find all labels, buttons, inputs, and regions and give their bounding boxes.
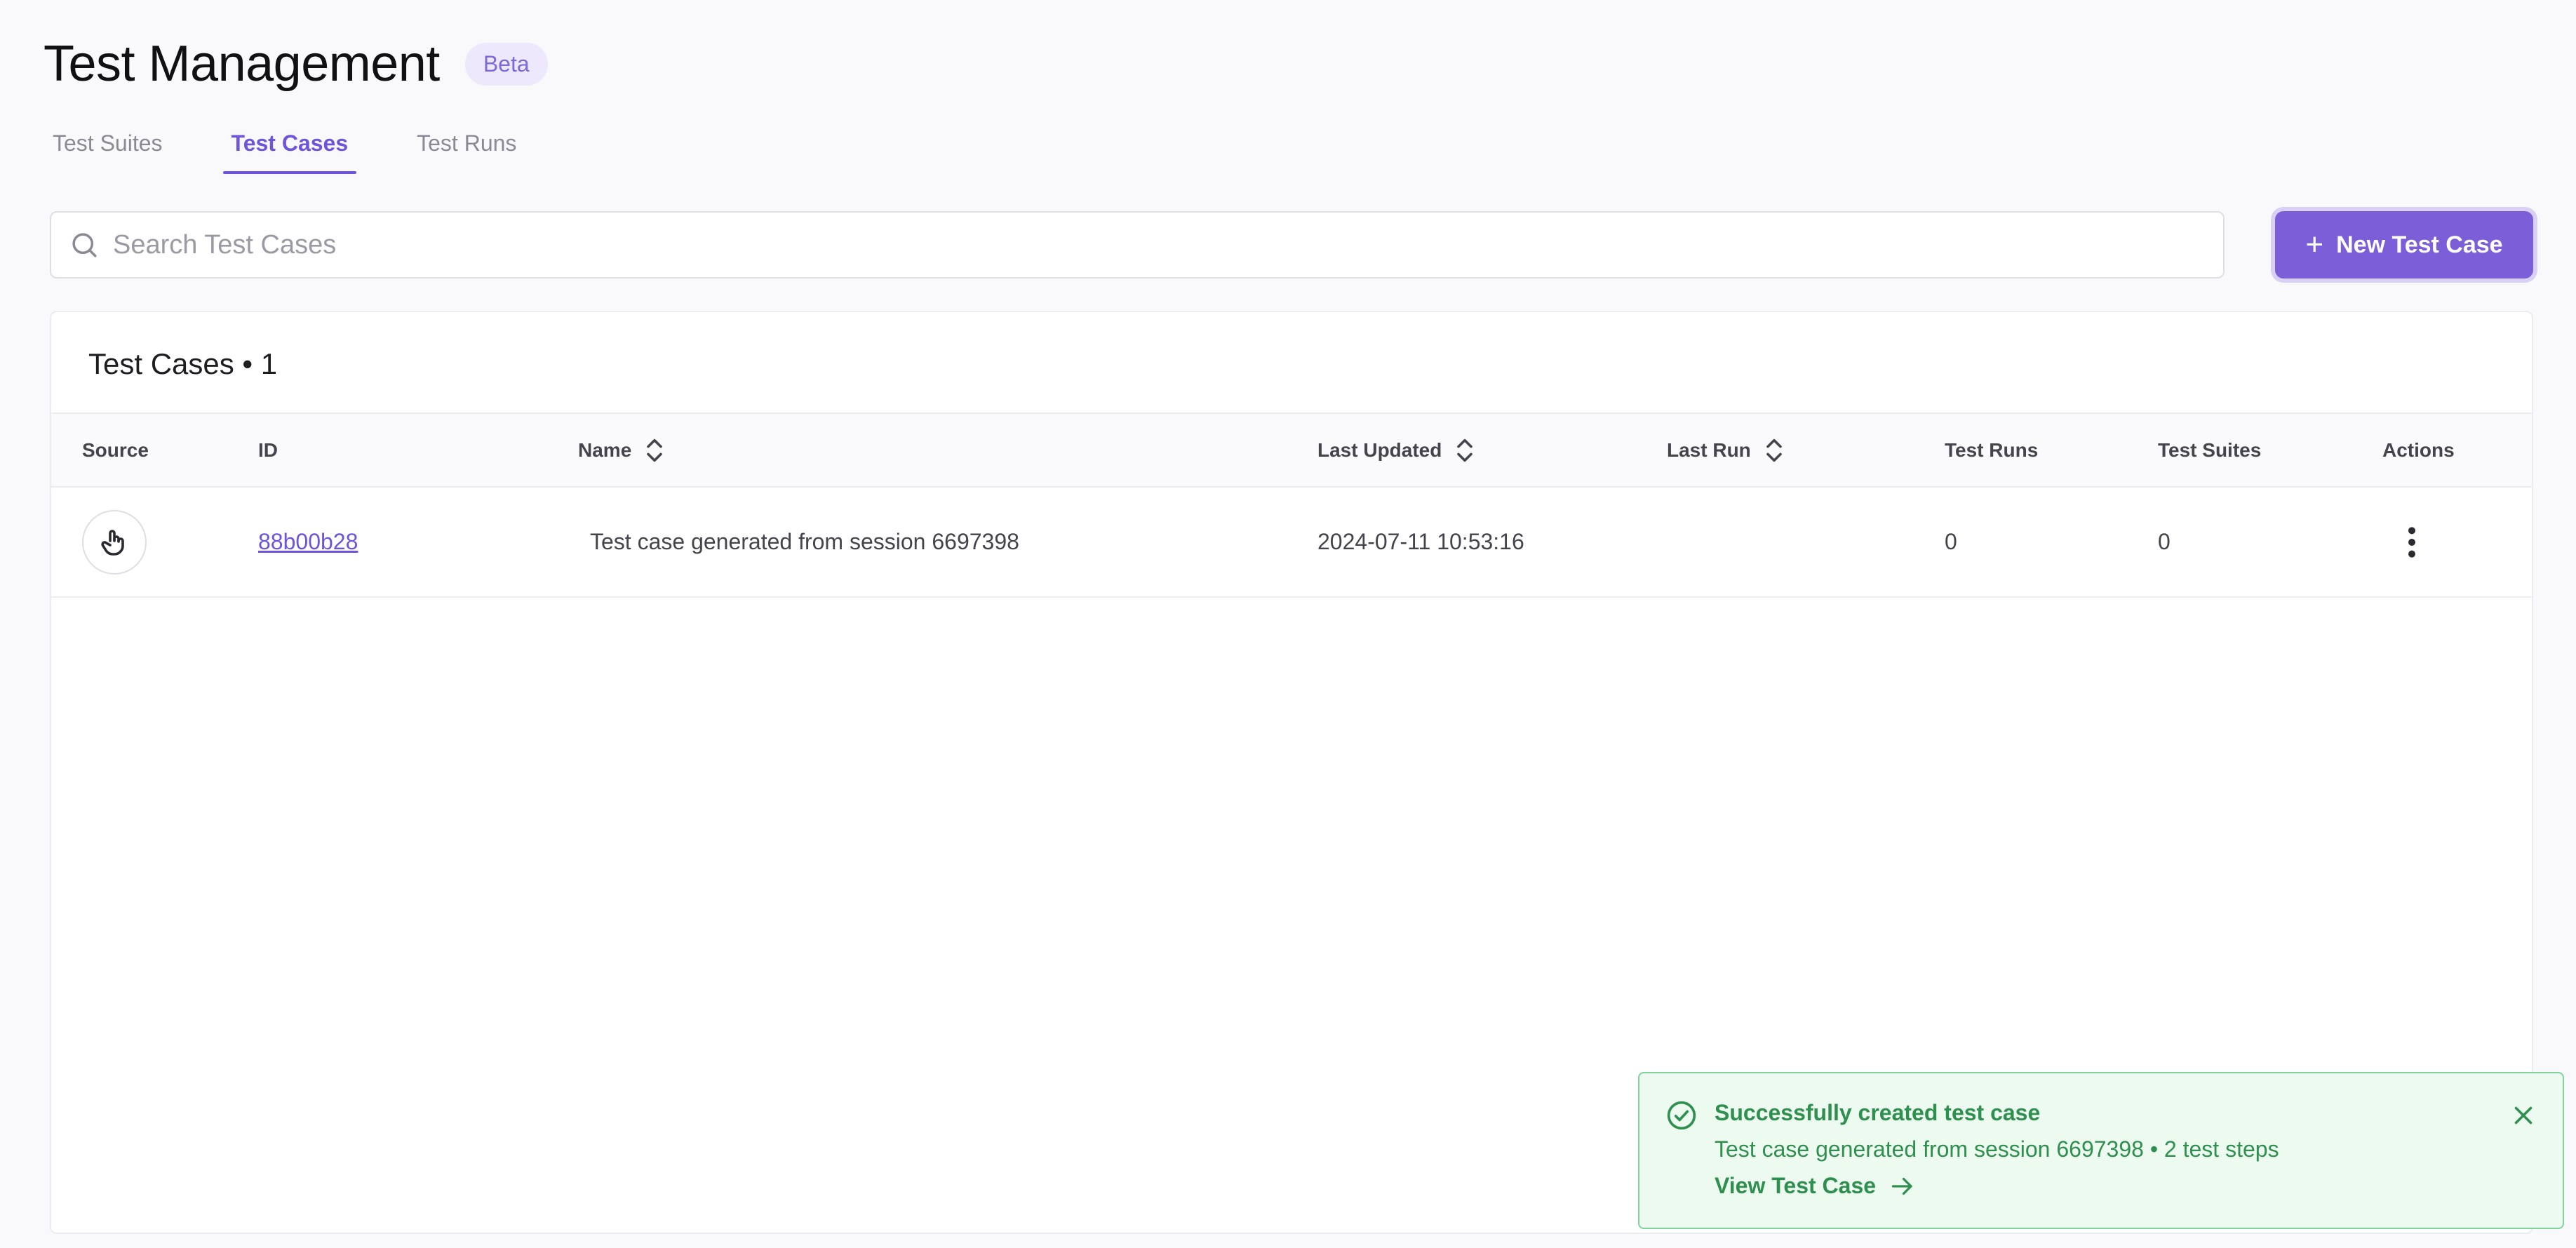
beta-badge: Beta [464,42,548,86]
search-input[interactable] [113,229,2147,260]
sort-icon[interactable] [1456,438,1474,463]
column-name-label: Name [578,438,632,461]
tab-test-runs[interactable]: Test Runs [417,126,525,174]
search-icon [72,233,97,257]
test-case-id-link[interactable]: 88b00b28 [258,529,358,555]
tab-test-cases[interactable]: Test Cases [222,126,357,174]
sort-icon[interactable] [645,438,664,463]
column-test-suites: Test Suites [2158,414,2261,486]
success-toast: Successfully created test case Test case… [1638,1072,2564,1229]
last-updated-cell: 2024-07-11 10:53:16 [1317,529,1524,554]
pointer-hand-icon [101,529,124,556]
column-source: Source [82,414,149,486]
tab-bar: Test Suites Test Cases Test Runs [53,126,585,174]
test-suites-cell: 0 [2158,529,2171,554]
source-cell [82,488,147,596]
column-test-suites-label: Test Suites [2158,438,2262,461]
column-source-label: Source [82,438,149,461]
column-test-runs: Test Runs [1945,414,2038,486]
test-management-page: Test Management Beta Test Suites Test Ca… [0,0,2576,1248]
tab-test-suites[interactable]: Test Suites [53,126,171,174]
column-actions-label: Actions [2382,438,2455,461]
column-last-run-label: Last Run [1667,438,1751,461]
table-title: Test Cases • 1 [88,347,278,380]
view-test-case-link[interactable]: View Test Case [1715,1173,1915,1199]
page-title: Test Management [43,36,440,92]
name-cell: Test case generated from session 6697398 [590,529,1019,554]
test-runs-cell: 0 [1945,529,1957,554]
column-id-label: ID [258,438,278,461]
view-test-case-label: View Test Case [1715,1173,1877,1198]
plus-icon: + [2305,227,2324,262]
table-row[interactable]: 88b00b28 Test case generated from sessio… [51,488,2532,598]
id-cell: 88b00b28 [258,488,358,596]
new-test-case-label: New Test Case [2336,231,2503,258]
sort-icon[interactable] [1765,438,1783,463]
column-actions: Actions [2382,414,2455,486]
table-header: Source ID Name Last Updated Last Run Tes… [51,412,2532,488]
search-bar [50,211,2225,279]
column-last-run[interactable]: Last Run [1667,414,1783,486]
column-id: ID [258,414,278,486]
toast-message: Test case generated from session 6697398… [1715,1136,2279,1162]
column-last-updated-label: Last Updated [1317,438,1442,461]
column-last-updated[interactable]: Last Updated [1317,414,1474,486]
close-icon[interactable] [2511,1103,2536,1128]
new-test-case-button[interactable]: + New Test Case [2275,211,2533,279]
column-test-runs-label: Test Runs [1945,438,2039,461]
actions-cell [2398,488,2426,596]
check-circle-icon [1667,1101,1696,1130]
more-options-icon[interactable] [2398,525,2426,560]
source-badge [82,509,147,575]
page-header: Test Management Beta [43,35,548,93]
column-name[interactable]: Name [578,414,664,486]
toast-title: Successfully created test case [1715,1100,2041,1125]
arrow-right-icon [1891,1177,1912,1195]
